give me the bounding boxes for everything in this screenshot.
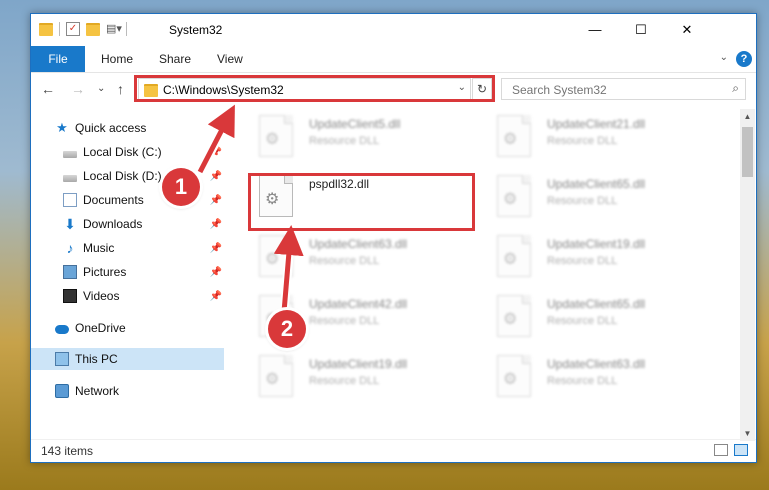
callout-badge-1: 1	[162, 168, 200, 206]
callout-badge-2: 2	[268, 310, 306, 348]
annotation-arrows	[196, 104, 304, 313]
arrow-1	[197, 104, 235, 174]
